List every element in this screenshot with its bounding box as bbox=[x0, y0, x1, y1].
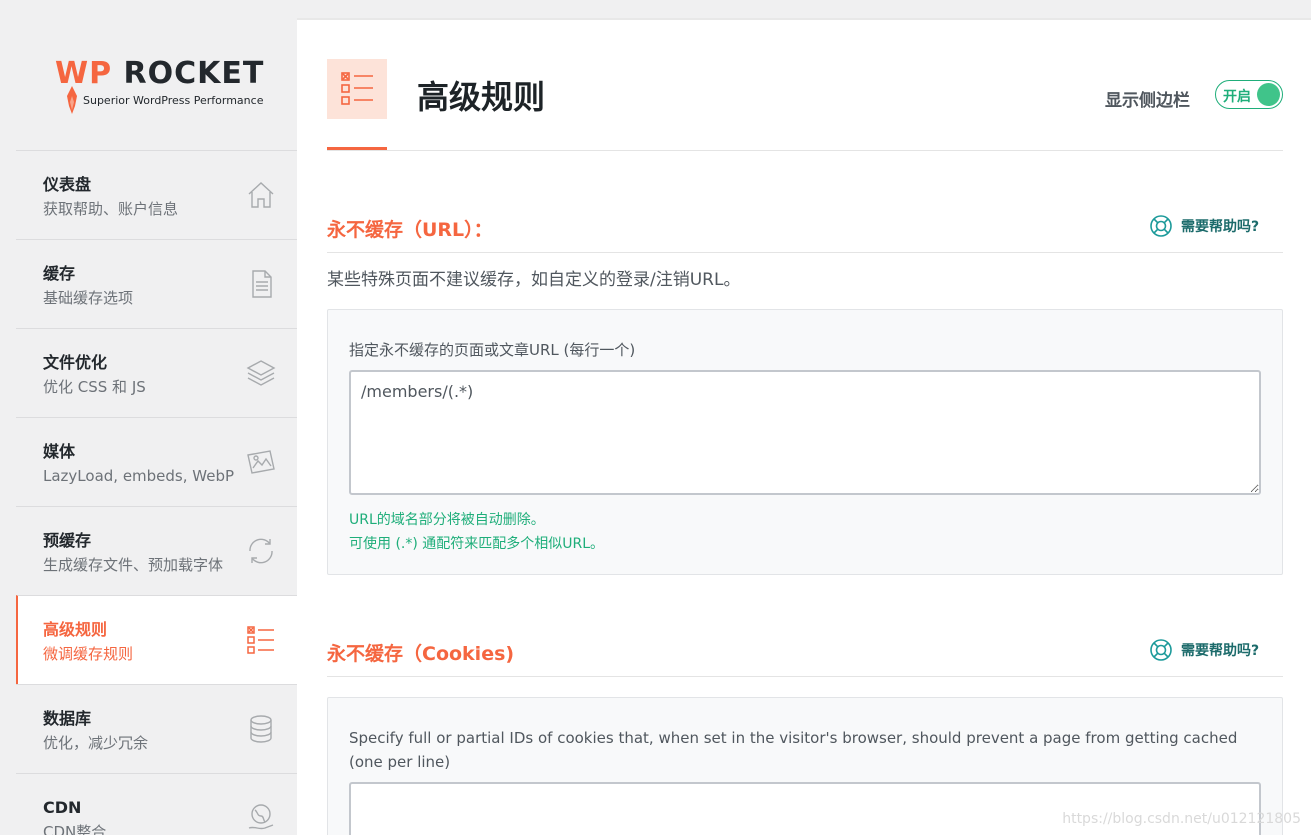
field-label: Specify full or partial IDs of cookies t… bbox=[349, 729, 1238, 771]
field-label: 指定永不缓存的页面或文章URL (每行一个) bbox=[349, 341, 636, 359]
watermark: https://blog.csdn.net/u012121805 bbox=[1062, 811, 1301, 827]
toggle-text: 开启 bbox=[1223, 89, 1251, 105]
database-icon bbox=[250, 715, 272, 743]
page-icon-box bbox=[327, 59, 387, 119]
show-sidebar-toggle[interactable]: 开启 bbox=[1215, 80, 1283, 109]
never-cache-cookies-textarea[interactable] bbox=[349, 782, 1261, 835]
sidebar-item-cache[interactable]: 缓存 基础缓存选项 bbox=[16, 239, 297, 328]
sidebar-item-advanced-rules[interactable]: 高级规则 微调缓存规则 bbox=[16, 595, 297, 684]
header-divider bbox=[327, 150, 1283, 151]
lifebuoy-icon bbox=[1150, 215, 1172, 237]
sidebar-nav: 仪表盘 获取帮助、账户信息 缓存 基础缓存选项 文件优化 优化 CSS 和 JS… bbox=[16, 150, 297, 835]
section-title-never-cache-urls: 永不缓存（URL）： bbox=[327, 219, 493, 241]
field-hint: 可使用 (.*) 通配符来匹配多个相似URL。 bbox=[349, 536, 605, 552]
section-divider bbox=[327, 676, 1283, 677]
sidebar-item-file-optimization[interactable]: 文件优化 优化 CSS 和 JS bbox=[16, 328, 297, 417]
page-title: 高级规则 bbox=[417, 78, 546, 116]
help-link-urls[interactable]: 需要帮助吗? bbox=[1149, 214, 1259, 238]
field-hint: URL的域名部分将被自动删除。 bbox=[349, 512, 545, 528]
refresh-icon bbox=[249, 538, 273, 564]
sidebar: WP ROCKET Superior WordPress Performance… bbox=[0, 0, 297, 835]
sidebar-item-preload[interactable]: 预缓存 生成缓存文件、预加载字体 bbox=[16, 506, 297, 595]
images-icon bbox=[247, 450, 275, 474]
checklist-icon bbox=[341, 72, 373, 105]
section-title-never-cache-cookies: 永不缓存（Cookies) bbox=[327, 643, 515, 665]
toggle-knob bbox=[1257, 83, 1280, 106]
globe-hand-icon bbox=[248, 804, 274, 830]
sidebar-item-cdn[interactable]: CDN CDN整合 bbox=[16, 773, 297, 835]
lifebuoy-icon bbox=[1150, 639, 1172, 661]
home-icon bbox=[248, 182, 274, 208]
help-link-cookies[interactable]: 需要帮助吗? bbox=[1149, 638, 1259, 662]
sidebar-item-database[interactable]: 数据库 优化，减少冗余 bbox=[16, 684, 297, 773]
never-cache-urls-panel: 指定永不缓存的页面或文章URL (每行一个) /members/(.*) URL… bbox=[327, 309, 1283, 575]
section-description: 某些特殊页面不建议缓存，如自定义的登录/注销URL。 bbox=[327, 270, 741, 290]
top-divider bbox=[297, 18, 1311, 20]
file-icon bbox=[252, 270, 272, 298]
section-divider bbox=[327, 252, 1283, 253]
rocket-flame-icon bbox=[67, 86, 77, 114]
main-content: 高级规则 显示侧边栏 开启 永不缓存（URL）： 需要帮助吗? 某些特殊页面不建… bbox=[297, 18, 1311, 835]
show-sidebar-label: 显示侧边栏 bbox=[1105, 91, 1190, 111]
help-link-text: 需要帮助吗? bbox=[1181, 643, 1260, 659]
layers-icon bbox=[246, 360, 276, 386]
wp-rocket-logo[interactable]: WP ROCKET Superior WordPress Performance bbox=[55, 56, 265, 116]
logo-title: WP ROCKET bbox=[55, 56, 265, 91]
checklist-icon bbox=[247, 626, 274, 654]
never-cache-urls-textarea[interactable]: /members/(.*) bbox=[349, 370, 1261, 495]
logo-tagline: Superior WordPress Performance bbox=[83, 94, 264, 107]
sidebar-item-media[interactable]: 媒体 LazyLoad, embeds, WebP bbox=[16, 417, 297, 506]
sidebar-item-dashboard[interactable]: 仪表盘 获取帮助、账户信息 bbox=[16, 150, 297, 239]
help-link-text: 需要帮助吗? bbox=[1181, 219, 1260, 235]
